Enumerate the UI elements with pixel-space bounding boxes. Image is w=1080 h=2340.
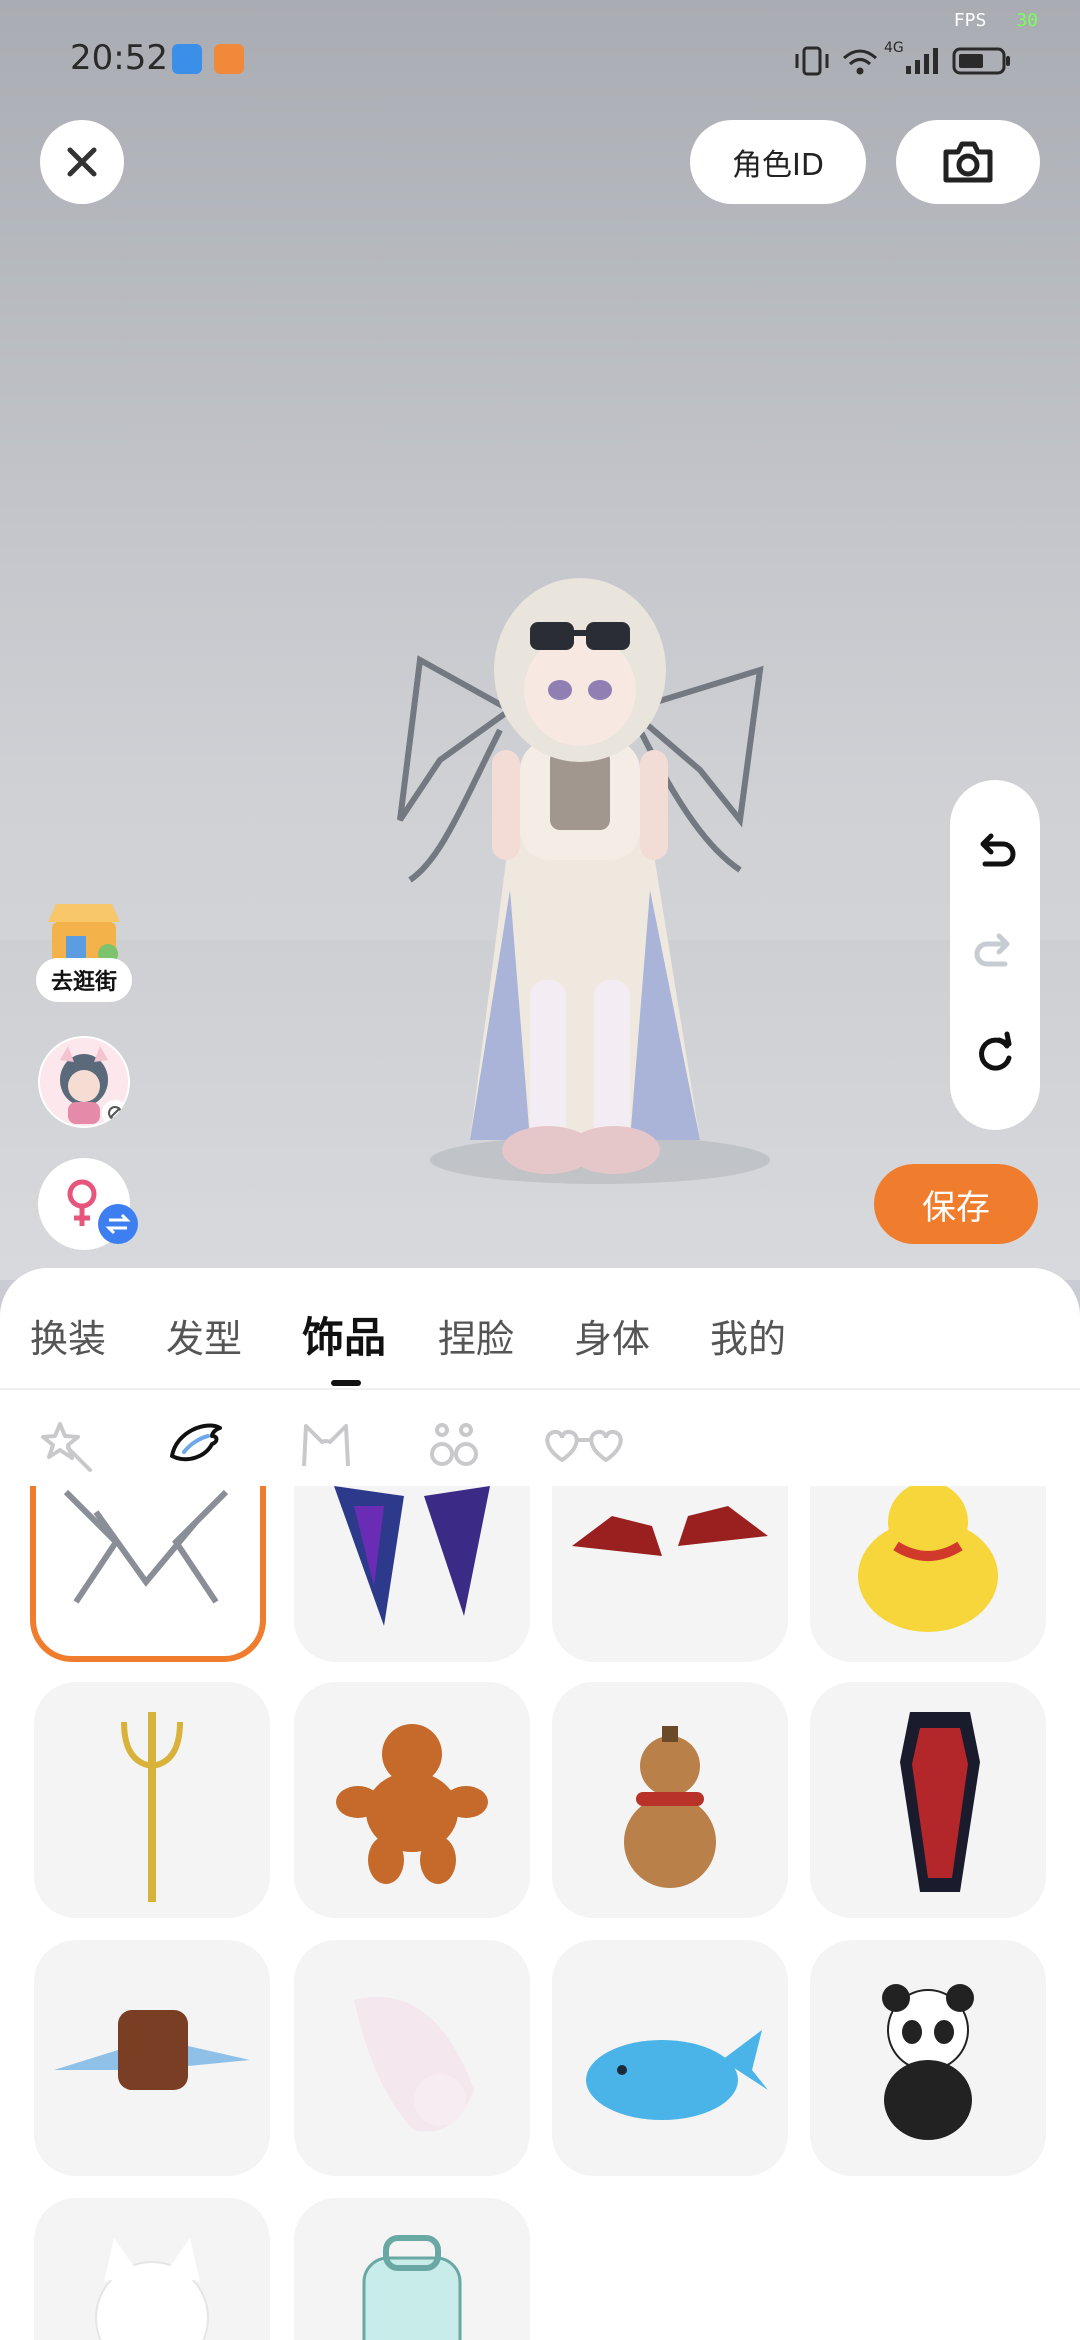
camera-button[interactable] — [896, 120, 1040, 204]
item-bat-wings[interactable] — [552, 1486, 788, 1662]
tabs-divider — [0, 1388, 1080, 1390]
edit-tools-panel — [950, 780, 1040, 1130]
role-id-button[interactable]: 角色ID — [690, 120, 866, 204]
item-grid — [0, 1486, 1080, 2340]
undo-icon[interactable] — [971, 830, 1019, 878]
item-dark-wings[interactable] — [294, 1486, 530, 1662]
item-trident[interactable] — [34, 1682, 270, 1918]
wifi-icon — [843, 49, 877, 75]
category-tabs: 换装 发型 饰品 捏脸 身体 我的 — [0, 1268, 1080, 1388]
gender-switch-button[interactable] — [38, 1158, 138, 1250]
active-tab-indicator — [331, 1380, 361, 1386]
close-button[interactable] — [40, 120, 124, 204]
item-backpack[interactable] — [294, 2198, 530, 2340]
earrings-icon[interactable] — [424, 1416, 484, 1476]
video-app-icon — [214, 44, 244, 74]
item-gourd[interactable] — [552, 1682, 788, 1918]
female-icon — [67, 1179, 97, 1226]
tab-face[interactable]: 捏脸 — [438, 1308, 514, 1363]
tab-hairstyle[interactable]: 发型 — [166, 1308, 242, 1363]
tab-outfit[interactable]: 换装 — [30, 1308, 106, 1363]
wing-icon[interactable] — [166, 1416, 226, 1476]
shop-label-bg: 去逛街 — [36, 958, 132, 1002]
item-duck[interactable] — [810, 1486, 1046, 1662]
item-gingerbread-man[interactable] — [294, 1682, 530, 1918]
save-label: 保存 — [922, 1187, 990, 1228]
item-jet-backpack[interactable] — [34, 1940, 270, 2176]
status-bar: 20:52 FPS 30 4G — [0, 0, 1080, 120]
tab-body[interactable]: 身体 — [574, 1308, 650, 1363]
close-icon — [67, 147, 97, 177]
signal-icon — [906, 48, 938, 74]
avatar-profile-button[interactable] — [38, 1036, 130, 1128]
shop-label: 去逛街 — [50, 970, 117, 995]
status-time: 20:52 — [70, 38, 168, 78]
fps-label: FPS — [953, 10, 987, 31]
accessory-sheet: 换装 发型 饰品 捏脸 身体 我的 — [0, 1268, 1080, 2340]
item-whale[interactable] — [552, 1940, 788, 2176]
redo-icon[interactable] — [971, 930, 1019, 978]
reset-icon[interactable] — [971, 1030, 1019, 1078]
item-panda[interactable] — [810, 1940, 1046, 2176]
shop-button[interactable]: 去逛街 — [36, 900, 132, 1004]
item-chain-wings[interactable] — [30, 1486, 266, 1662]
tab-mine[interactable]: 我的 — [710, 1308, 786, 1363]
swap-icon — [98, 1204, 138, 1244]
save-button[interactable]: 保存 — [874, 1164, 1038, 1244]
magic-wand-icon[interactable] — [38, 1416, 98, 1476]
fps-counter: FPS 30 — [954, 10, 1038, 31]
tab-accessories[interactable]: 饰品 — [302, 1304, 386, 1365]
avatar-figure[interactable] — [380, 560, 780, 1200]
network-type: 4G — [884, 40, 904, 56]
subcategory-bar — [0, 1392, 1080, 1492]
item-coffin[interactable] — [810, 1682, 1046, 1918]
fps-value: 30 — [1016, 10, 1038, 31]
ears-icon[interactable] — [296, 1416, 356, 1476]
visibility-off-icon — [102, 1100, 128, 1126]
camera-icon — [943, 141, 993, 183]
cloud-app-icon — [172, 44, 202, 74]
item-ghost-cat[interactable] — [294, 1940, 530, 2176]
item-white-cat[interactable] — [34, 2198, 270, 2340]
role-id-label: 角色ID — [732, 148, 824, 183]
vibrate-icon — [795, 46, 829, 76]
battery-icon — [952, 47, 1010, 75]
heart-glasses-icon[interactable] — [538, 1416, 630, 1476]
